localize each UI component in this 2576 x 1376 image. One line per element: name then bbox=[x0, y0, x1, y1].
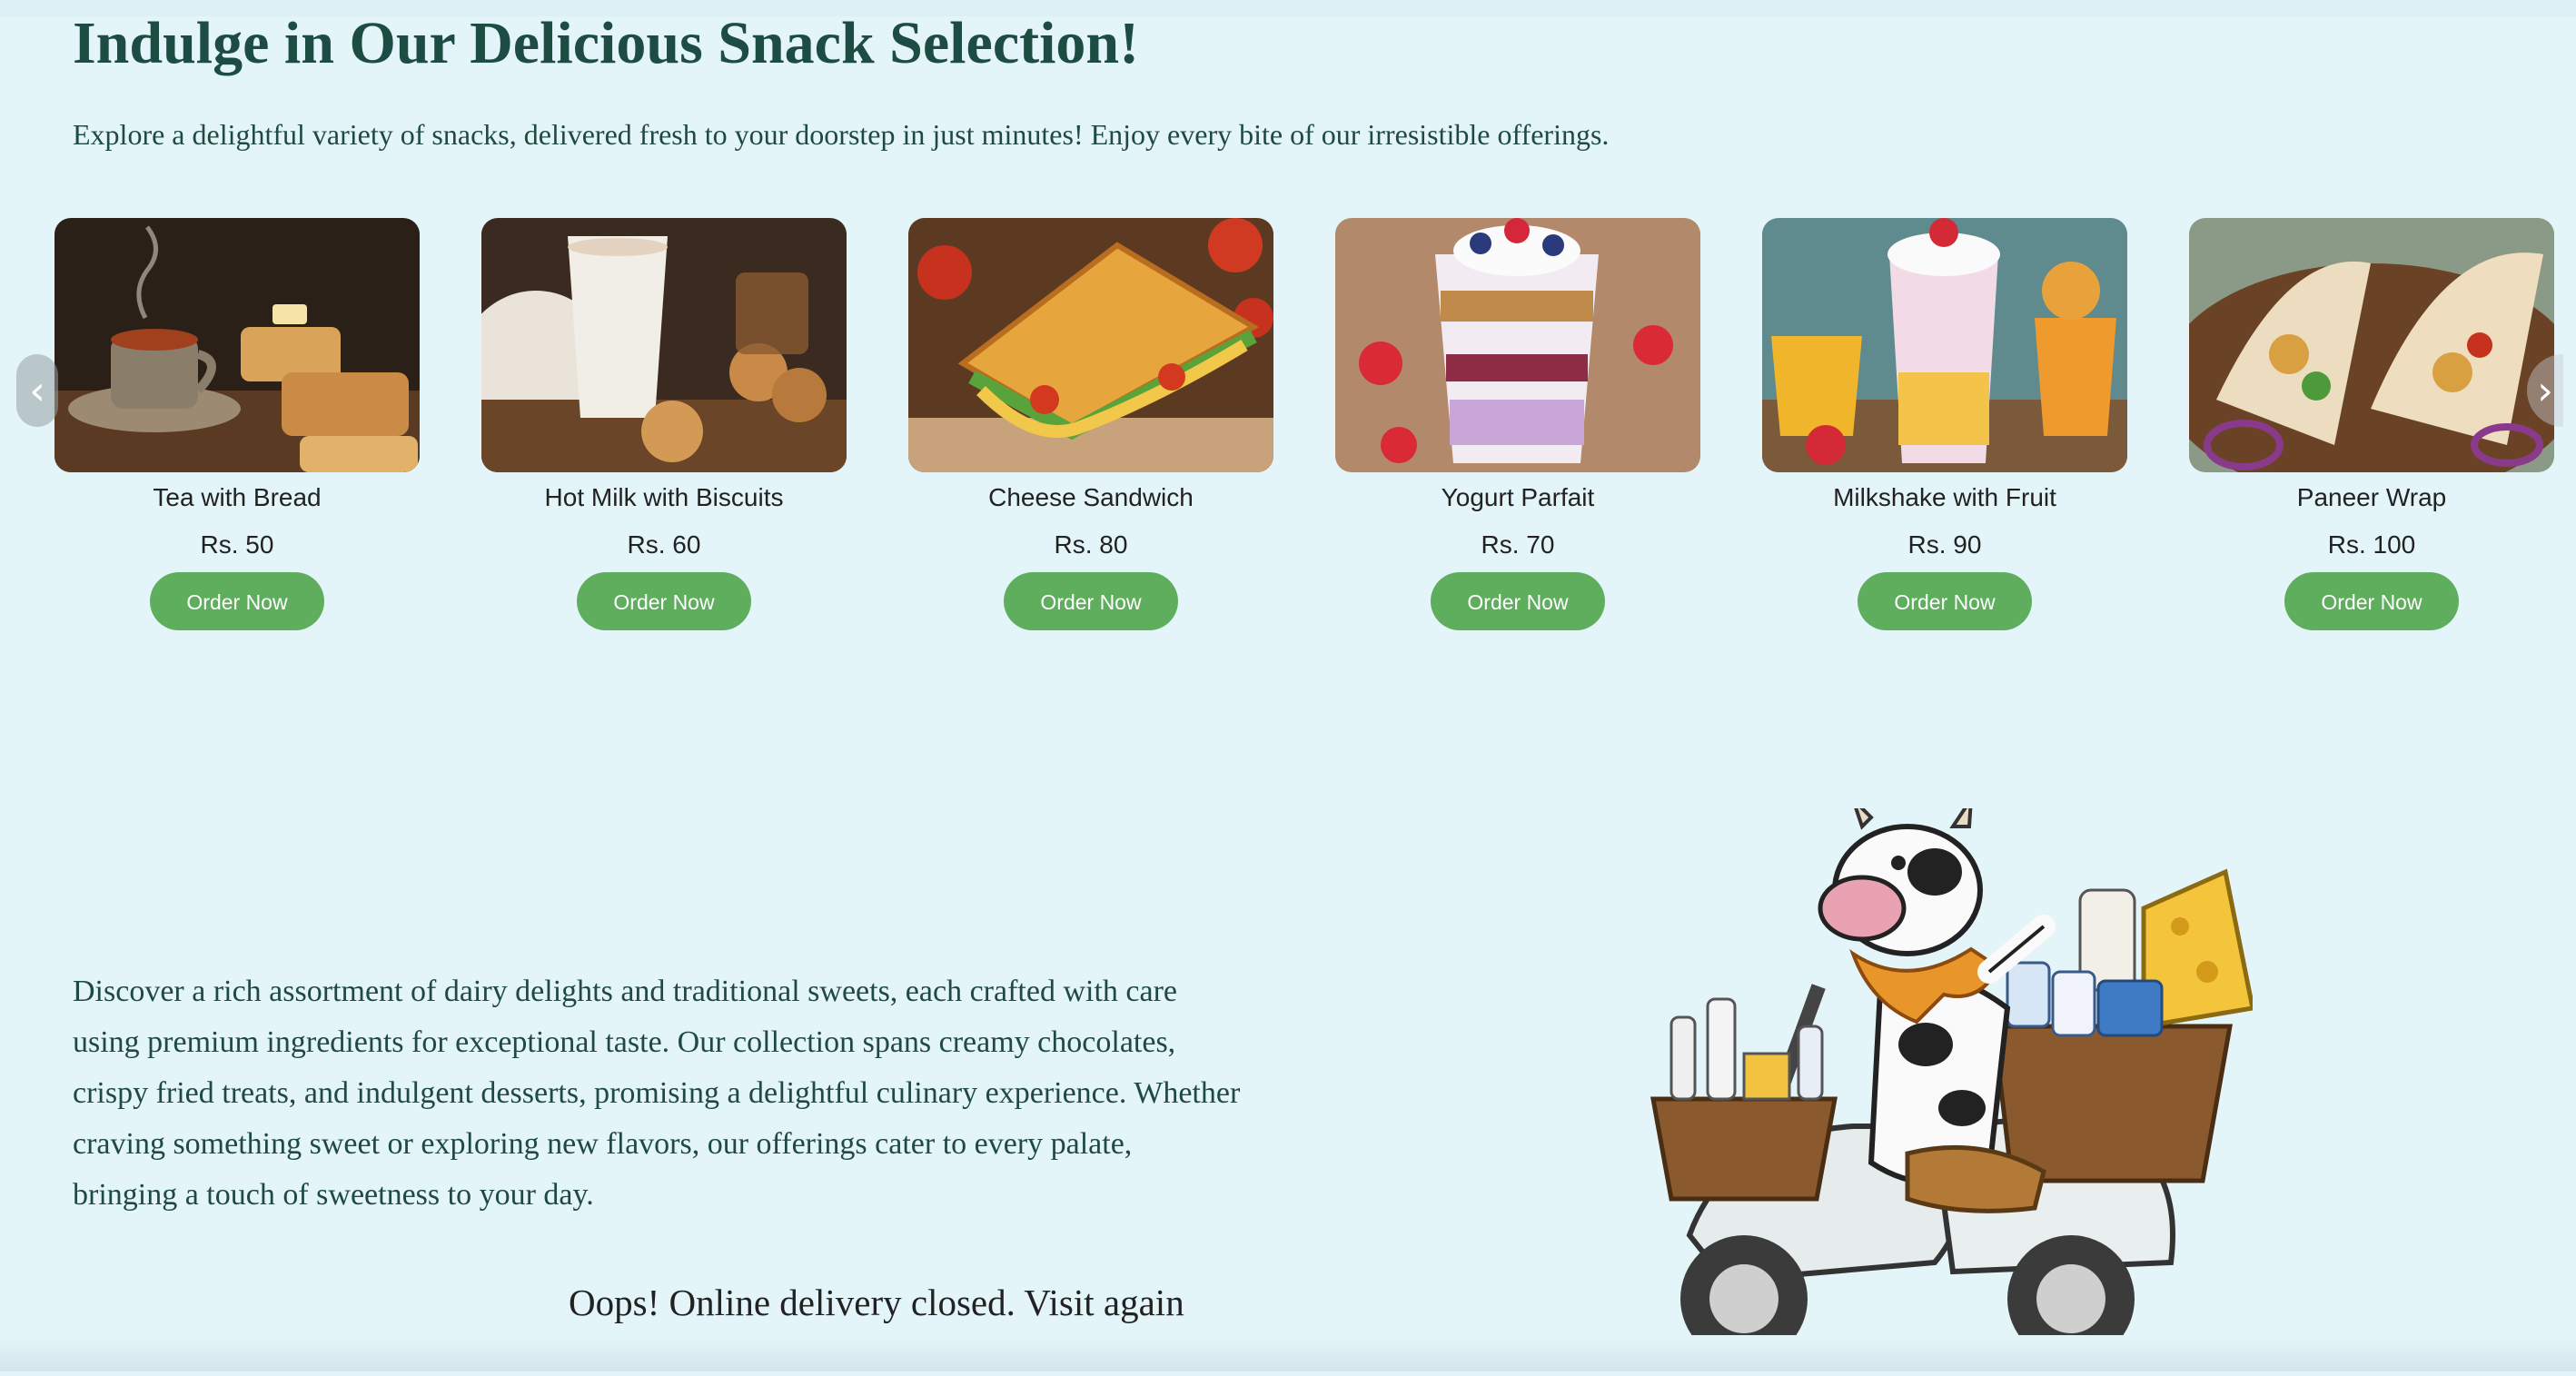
order-now-button[interactable]: Order Now bbox=[1004, 572, 1178, 630]
page-subtitle: Explore a delightful variety of snacks, … bbox=[73, 118, 1610, 151]
snack-card-tea-with-bread: Tea with Bread Rs. 50 Order Now bbox=[54, 218, 420, 630]
order-now-button[interactable]: Order Now bbox=[577, 572, 751, 630]
snack-price: Rs. 60 bbox=[627, 530, 701, 559]
snack-image-cheese-sandwich bbox=[908, 218, 1273, 472]
snack-price: Rs. 100 bbox=[2327, 530, 2416, 559]
page-title: Indulge in Our Delicious Snack Selection… bbox=[73, 10, 1140, 76]
snack-name: Yogurt Parfait bbox=[1441, 483, 1595, 511]
about-description: Discover a rich assortment of dairy deli… bbox=[73, 975, 1241, 1212]
order-now-button[interactable]: Order Now bbox=[1431, 572, 1605, 630]
snack-image-hot-milk-with-biscuits bbox=[481, 218, 847, 472]
snack-image-tea-with-bread bbox=[54, 218, 420, 472]
snack-name: Cheese Sandwich bbox=[988, 483, 1194, 511]
snack-name: Tea with Bread bbox=[153, 483, 322, 511]
snack-card-yogurt-parfait: Yogurt Parfait Rs. 70 Order Now bbox=[1335, 218, 1700, 630]
delivery-closed-notice: Oops! Online delivery closed. Visit agai… bbox=[569, 1282, 1184, 1323]
order-now-button[interactable]: Order Now bbox=[150, 572, 324, 630]
snack-card-cheese-sandwich: Cheese Sandwich Rs. 80 Order Now bbox=[908, 218, 1273, 630]
carousel-prev-button[interactable]: ‹ bbox=[16, 354, 58, 427]
chevron-right-icon: › bbox=[2537, 367, 2553, 414]
snack-carousel: Tea with Bread Rs. 50 Order Now Hot Milk… bbox=[0, 218, 2576, 636]
snack-card-hot-milk-with-biscuits: Hot Milk with Biscuits Rs. 60 Order Now bbox=[481, 218, 847, 630]
snack-image-milkshake-with-fruit bbox=[1762, 218, 2127, 472]
order-now-button[interactable]: Order Now bbox=[2284, 572, 2459, 630]
snack-name: Milkshake with Fruit bbox=[1833, 483, 2056, 511]
snack-price: Rs. 50 bbox=[200, 530, 274, 559]
snack-card-milkshake-with-fruit: Milkshake with Fruit Rs. 90 Order Now bbox=[1762, 218, 2127, 630]
snack-name: Hot Milk with Biscuits bbox=[544, 483, 784, 511]
snack-image-yogurt-parfait bbox=[1335, 218, 1700, 472]
chevron-left-icon: ‹ bbox=[29, 367, 45, 414]
cow-scooter-illustration bbox=[1635, 792, 2255, 1371]
snack-image-paneer-wrap bbox=[2189, 218, 2554, 472]
snack-price: Rs. 70 bbox=[1481, 530, 1555, 559]
order-now-button[interactable]: Order Now bbox=[1858, 572, 2032, 630]
bottom-shadow bbox=[0, 1335, 2576, 1371]
snack-price: Rs. 90 bbox=[1907, 530, 1982, 559]
snack-card-paneer-wrap: Paneer Wrap Rs. 100 Order Now bbox=[2189, 218, 2554, 630]
snack-price: Rs. 80 bbox=[1054, 530, 1128, 559]
snack-name: Paneer Wrap bbox=[2296, 483, 2447, 511]
